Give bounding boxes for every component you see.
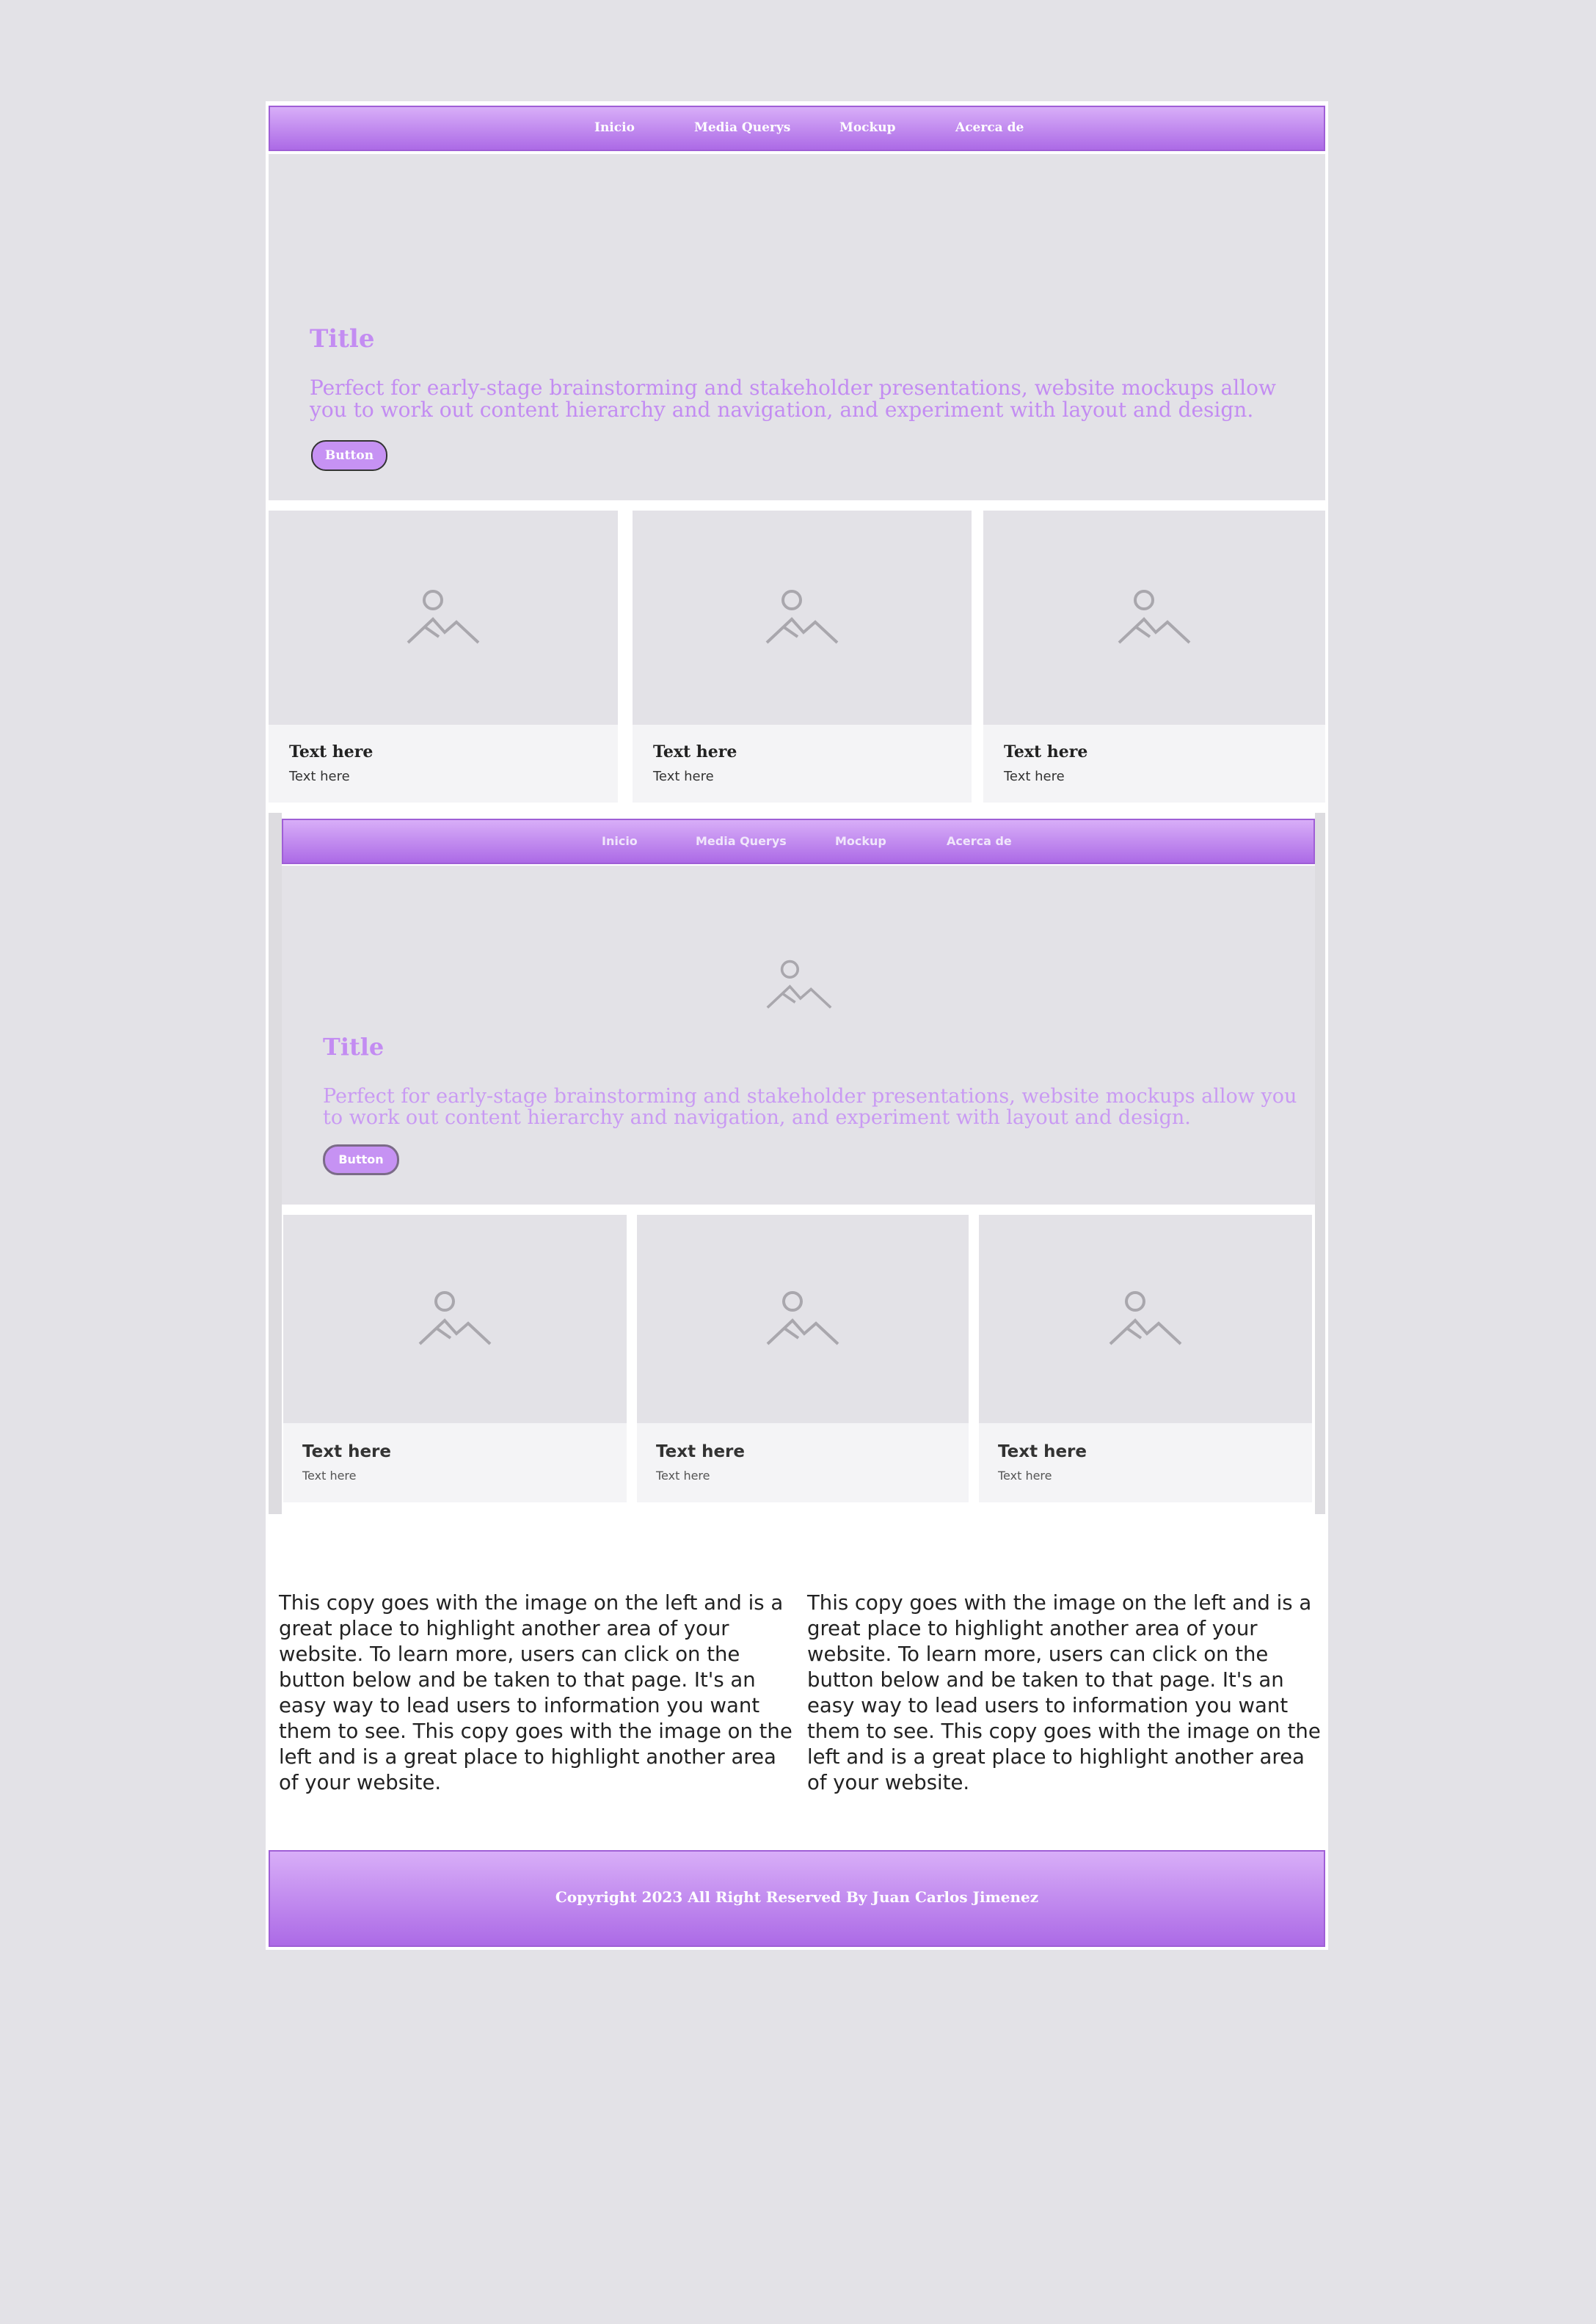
hero-description: Perfect for early-stage brainstorming an… bbox=[310, 376, 1276, 422]
card-subtext: Text here bbox=[302, 1469, 357, 1483]
image-placeholder-icon bbox=[766, 960, 832, 1009]
preview-navbar: Inicio Media Querys Mockup Acerca de bbox=[282, 819, 1315, 864]
card-subtext: Text here bbox=[656, 1469, 710, 1483]
image-placeholder-icon bbox=[407, 590, 480, 644]
feature-card-1: Text here Text here bbox=[269, 511, 618, 803]
hero-title: Title bbox=[310, 324, 375, 354]
card-subtext: Text here bbox=[289, 769, 350, 784]
footer: Copyright 2023 All Right Reserved By Jua… bbox=[269, 1850, 1325, 1947]
hero-section: Title Perfect for early-stage brainstorm… bbox=[269, 154, 1325, 500]
card-heading: Text here bbox=[289, 742, 374, 761]
card-heading: Text here bbox=[653, 742, 737, 761]
preview-hero-section: Title Perfect for early-stage brainstorm… bbox=[282, 866, 1315, 1205]
image-placeholder-icon bbox=[418, 1291, 492, 1345]
card-image-placeholder bbox=[983, 511, 1325, 725]
preview-hero-title: Title bbox=[323, 1033, 385, 1061]
image-placeholder-icon bbox=[1118, 590, 1191, 644]
card-subtext: Text here bbox=[653, 769, 714, 784]
preview-hero-description: Perfect for early-stage brainstorming an… bbox=[323, 1085, 1297, 1129]
card-heading: Text here bbox=[302, 1442, 391, 1461]
card-subtext: Text here bbox=[998, 1469, 1052, 1483]
embedded-mockup-preview: Inicio Media Querys Mockup Acerca de Tit… bbox=[269, 813, 1325, 1514]
image-placeholder-icon bbox=[765, 590, 839, 644]
page-container: Inicio Media Querys Mockup Acerca de Tit… bbox=[266, 101, 1328, 1950]
card-image-placeholder bbox=[283, 1215, 627, 1423]
preview-card-1: Text here Text here bbox=[283, 1215, 627, 1502]
preview-nav-link-media-querys[interactable]: Media Querys bbox=[696, 834, 787, 848]
image-placeholder-icon bbox=[1109, 1291, 1182, 1345]
top-navbar: Inicio Media Querys Mockup Acerca de bbox=[269, 106, 1325, 151]
card-image-placeholder bbox=[979, 1215, 1312, 1423]
copyright-text: Copyright 2023 All Right Reserved By Jua… bbox=[555, 1888, 1039, 1906]
preview-card-3: Text here Text here bbox=[979, 1215, 1312, 1502]
nav-link-inicio[interactable]: Inicio bbox=[594, 120, 635, 135]
nav-link-media-querys[interactable]: Media Querys bbox=[694, 120, 790, 135]
preview-hero-button[interactable]: Button bbox=[323, 1144, 399, 1175]
nav-link-acerca-de[interactable]: Acerca de bbox=[955, 120, 1024, 135]
copy-block-right: This copy goes with the image on the lef… bbox=[807, 1591, 1321, 1794]
card-image-placeholder bbox=[269, 511, 618, 725]
card-heading: Text here bbox=[1004, 742, 1088, 761]
feature-card-2: Text here Text here bbox=[633, 511, 972, 803]
hero-button[interactable]: Button bbox=[311, 440, 387, 471]
preview-nav-link-inicio[interactable]: Inicio bbox=[602, 834, 638, 848]
nav-link-mockup[interactable]: Mockup bbox=[839, 120, 896, 135]
card-subtext: Text here bbox=[1004, 769, 1065, 784]
preview-card-2: Text here Text here bbox=[637, 1215, 969, 1502]
preview-nav-link-mockup[interactable]: Mockup bbox=[835, 834, 886, 848]
image-placeholder-icon bbox=[766, 1291, 839, 1345]
card-heading: Text here bbox=[656, 1442, 745, 1461]
feature-card-3: Text here Text here bbox=[983, 511, 1325, 803]
copy-block-left: This copy goes with the image on the lef… bbox=[279, 1591, 792, 1794]
preview-nav-link-acerca-de[interactable]: Acerca de bbox=[947, 834, 1012, 848]
preview-frame: Inicio Media Querys Mockup Acerca de Tit… bbox=[282, 813, 1315, 1514]
card-heading: Text here bbox=[998, 1442, 1087, 1461]
card-image-placeholder bbox=[633, 511, 972, 725]
card-image-placeholder bbox=[637, 1215, 969, 1423]
